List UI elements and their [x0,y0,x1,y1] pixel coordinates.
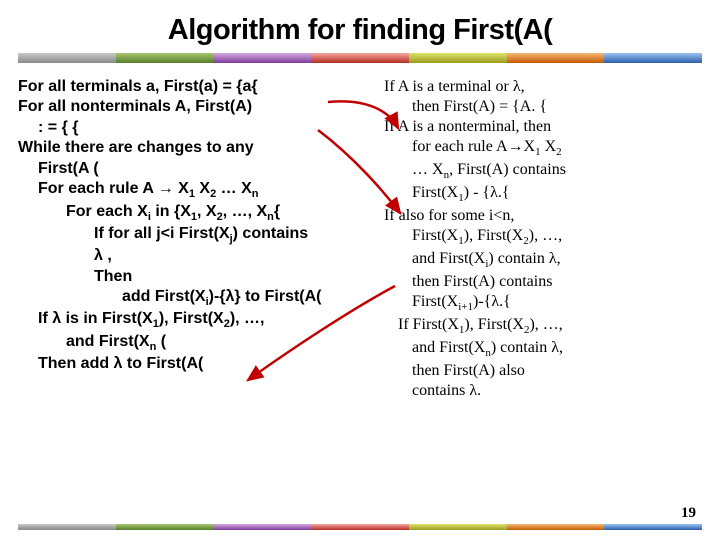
page-number: 19 [681,505,696,522]
note-line: then First(A) also [384,361,706,381]
note-line: and First(Xn) contain λ, [384,338,706,361]
note-line: If also for some i<n, [384,206,706,226]
algo-line: λ , [18,246,378,266]
algo-line: : = { { [18,118,378,138]
right-column: If A is a terminal or λ, then First(A) =… [378,77,706,401]
note-line: First(Xi+1)-{λ.{ [384,292,706,315]
algo-line: For all terminals a, First(a) = {a{ [18,77,378,97]
algo-line: While there are changes to any [18,138,378,158]
content-area: For all terminals a, First(a) = {a{ For … [0,77,720,401]
note-line: and First(Xi) contain λ, [384,249,706,272]
note-line: then First(A) = {A. { [384,97,706,117]
algo-line: For each Xi in {X1, X2, …, Xn{ [18,202,378,224]
note-line: First(X1) - {λ.{ [384,183,706,206]
footer-color-bar [18,524,702,530]
note-line: contains λ. [384,381,706,401]
slide: Algorithm for finding First(A( For all t… [0,0,720,540]
algo-line: If λ is in First(X1), First(X2), …, [18,309,378,331]
note-line: If A is a nonterminal, then [384,117,706,137]
algo-line: add First(Xi)-{λ} to First(A( [18,287,378,309]
algo-line: For all nonterminals A, First(A) [18,97,378,117]
algo-line: For each rule A → X1 X2 … Xn [18,179,378,201]
algo-line: First(A ( [18,159,378,179]
note-line: … Xn, First(A) contains [384,160,706,183]
title-color-bar [18,53,702,63]
note-line: If First(X1), First(X2), …, [384,315,706,338]
algo-line: If for all j<i First(Xj) contains [18,224,378,246]
algo-line: Then add λ to First(A( [18,354,378,374]
algo-line: and First(Xn ( [18,332,378,354]
algo-line: Then [18,267,378,287]
note-line: then First(A) contains [384,272,706,292]
note-line: If A is a terminal or λ, [384,77,706,97]
note-line: for each rule A→X1 X2 [384,137,706,160]
slide-title: Algorithm for finding First(A( [0,0,720,53]
left-column: For all terminals a, First(a) = {a{ For … [18,77,378,401]
note-line: First(X1), First(X2), …, [384,226,706,249]
